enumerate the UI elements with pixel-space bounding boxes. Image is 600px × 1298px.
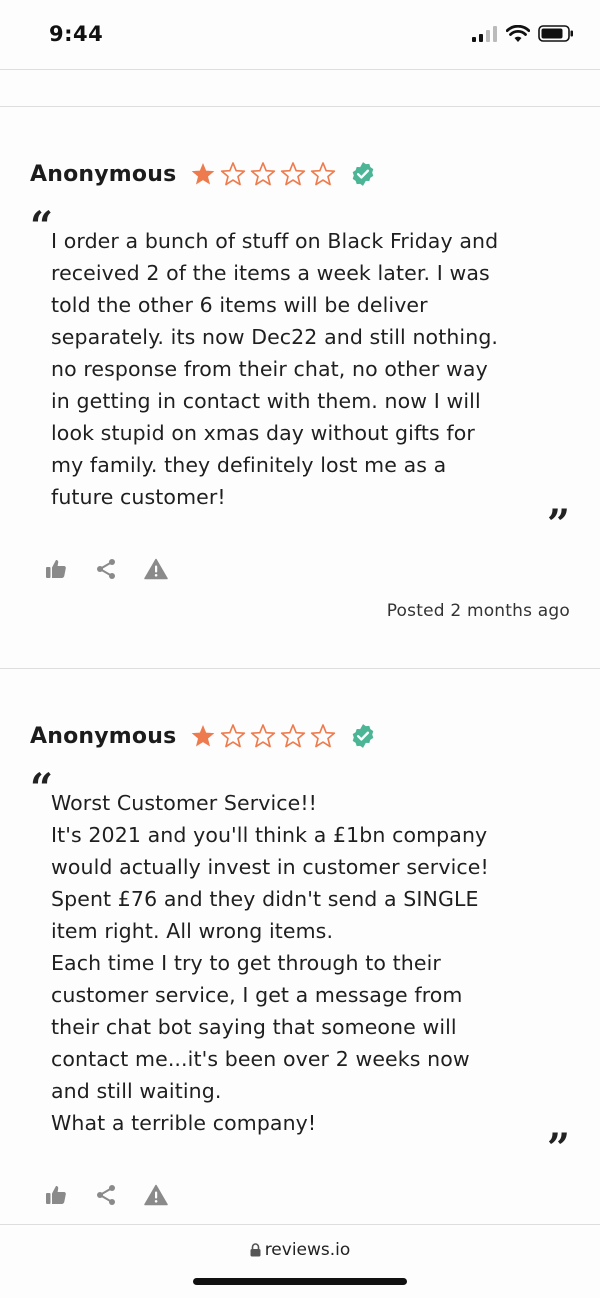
report-icon[interactable] bbox=[144, 1183, 168, 1207]
bottom-bar-divider bbox=[0, 1224, 600, 1225]
review-actions bbox=[44, 1183, 168, 1207]
star-empty-icon bbox=[281, 162, 306, 186]
open-quote-mark: “ bbox=[30, 765, 54, 812]
review-body: Worst Customer Service!! It's 2021 and y… bbox=[51, 791, 489, 1135]
star-empty-icon bbox=[251, 724, 276, 748]
star-empty-icon bbox=[221, 162, 246, 186]
review-divider bbox=[0, 668, 600, 669]
star-filled-icon bbox=[192, 724, 215, 747]
review-body: I order a bunch of stuff on Black Friday… bbox=[51, 229, 499, 509]
section-divider bbox=[0, 106, 600, 107]
review-card: Anonymous “ I order a bunch of stuff on … bbox=[0, 157, 600, 627]
signal-icon bbox=[472, 25, 497, 42]
review-header: Anonymous bbox=[30, 157, 376, 191]
review-author: Anonymous bbox=[30, 723, 177, 749]
star-rating bbox=[190, 723, 336, 749]
star-empty-icon bbox=[221, 724, 246, 748]
share-icon[interactable] bbox=[94, 557, 118, 581]
star-rating bbox=[190, 161, 336, 187]
address-bar[interactable]: reviews.io bbox=[0, 1240, 600, 1260]
share-icon[interactable] bbox=[94, 1183, 118, 1207]
url-text: reviews.io bbox=[264, 1240, 351, 1260]
browser-bottom-bar: reviews.io bbox=[0, 1224, 600, 1298]
close-quote-mark: ” bbox=[546, 1125, 570, 1172]
star-empty-icon bbox=[311, 724, 336, 748]
star-empty-icon bbox=[251, 162, 276, 186]
status-time: 9:44 bbox=[49, 22, 104, 46]
status-divider bbox=[0, 69, 600, 70]
review-header: Anonymous bbox=[30, 719, 376, 753]
thumbs-up-icon[interactable] bbox=[44, 557, 68, 581]
report-icon[interactable] bbox=[144, 557, 168, 581]
star-filled-icon bbox=[192, 162, 215, 185]
verified-badge-icon bbox=[353, 162, 374, 186]
wifi-icon bbox=[506, 25, 530, 42]
battery-icon bbox=[538, 25, 573, 42]
verified-badge-icon bbox=[353, 724, 374, 748]
review-author: Anonymous bbox=[30, 161, 177, 187]
home-indicator[interactable] bbox=[193, 1278, 407, 1285]
status-icons bbox=[472, 25, 574, 42]
review-actions bbox=[44, 557, 168, 581]
open-quote-mark: “ bbox=[30, 203, 54, 250]
posted-date: Posted 2 months ago bbox=[386, 601, 570, 621]
lock-icon bbox=[250, 1243, 261, 1257]
close-quote-mark: ” bbox=[546, 501, 570, 548]
star-empty-icon bbox=[281, 724, 306, 748]
status-bar: 9:44 bbox=[0, 0, 600, 70]
thumbs-up-icon[interactable] bbox=[44, 1183, 68, 1207]
review-card: Anonymous “ Worst Customer Service!! It'… bbox=[0, 719, 600, 1209]
star-empty-icon bbox=[311, 162, 336, 186]
